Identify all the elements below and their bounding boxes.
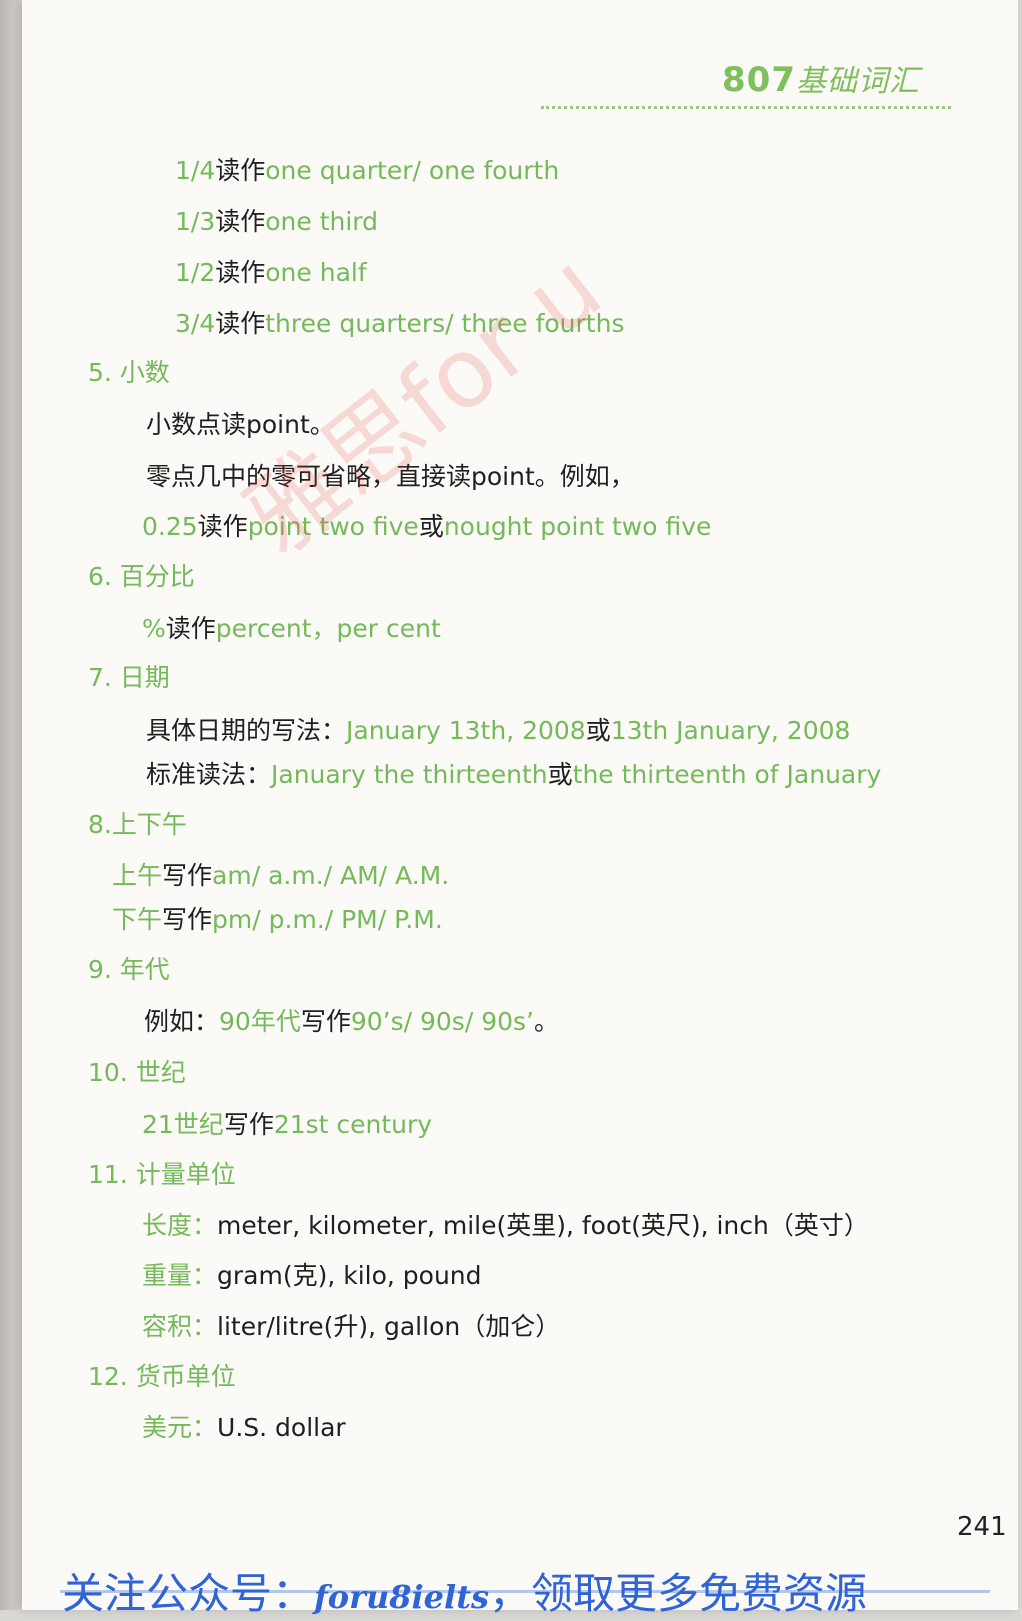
pm-label: 下午: [112, 905, 163, 934]
percent-reading: percent，per cent: [215, 614, 441, 643]
written-as-label: 写作: [300, 1007, 351, 1036]
length-label: 长度：: [142, 1211, 218, 1240]
fraction-line-2: 1/3读作one third: [175, 207, 378, 237]
volume-units: liter/litre(升), gallon（加仑）: [217, 1312, 561, 1341]
fraction-reading: one half: [265, 258, 367, 287]
reads-as-label: 读作: [215, 207, 266, 236]
reads-as-label: 读作: [215, 309, 266, 338]
section-heading-decimals: 5. 小数: [88, 358, 170, 387]
footer-promo-banner: 关注公众号：foru8ielts，领取更多免费资源: [62, 1560, 867, 1621]
example-label: 例如：: [144, 1007, 220, 1036]
currency-usd-line: 美元：U.S. dollar: [142, 1413, 346, 1443]
header-dotted-rule: [541, 106, 951, 109]
weight-label: 重量：: [142, 1261, 218, 1290]
usd-label: 美元：: [142, 1413, 218, 1442]
am-label: 上午: [112, 861, 163, 890]
decade-cn: 90年代: [219, 1007, 301, 1036]
footer-prefix: 关注公众号：: [62, 1569, 315, 1618]
percent-symbol: %: [142, 614, 166, 643]
reads-as-label: 读作: [165, 614, 216, 643]
am-line: 上午写作am/ a.m./ AM/ A.M.: [112, 861, 449, 891]
date-writing-b: 13th January, 2008: [610, 716, 851, 745]
weight-units: gram(克), kilo, pound: [217, 1261, 482, 1290]
date-writing-label: 具体日期的写法：: [146, 716, 347, 745]
fraction-reading: one quarter/ one fourth: [265, 156, 560, 185]
pm-line: 下午写作pm/ p.m./ PM/ P.M.: [112, 905, 443, 935]
percent-line: %读作percent，per cent: [142, 614, 441, 644]
or-label: 或: [418, 512, 444, 541]
decimal-reading-b: nought point two five: [443, 512, 712, 541]
length-units: meter, kilometer, mile(英里), foot(英尺), in…: [217, 1211, 869, 1240]
section-heading-currency: 12. 货币单位: [88, 1362, 236, 1391]
fraction-reading: one third: [265, 207, 379, 236]
written-as-label: 写作: [223, 1110, 274, 1139]
section-heading-ampm: 8.上下午: [88, 810, 187, 839]
pm-forms: pm/ p.m./ PM/ P.M.: [212, 905, 443, 934]
decimal-value: 0.25: [142, 512, 198, 541]
reads-as-label: 读作: [215, 156, 266, 185]
book-spine-shadow: [0, 0, 22, 1610]
date-reading-line: 标准读法：January the thirteenth或the thirteen…: [146, 760, 881, 790]
am-forms: am/ a.m./ AM/ A.M.: [212, 861, 450, 890]
section-heading-percent: 6. 百分比: [88, 562, 195, 591]
fraction-value: 1/4: [175, 156, 216, 185]
decimals-example: 0.25读作point two five或nought point two fi…: [142, 512, 711, 542]
reads-as-label: 读作: [197, 512, 248, 541]
header-title-text: 基础词汇: [795, 64, 920, 99]
units-volume-line: 容积：liter/litre(升), gallon（加仑）: [142, 1312, 560, 1342]
decade-forms: 90’s/ 90s/ 90s’: [350, 1007, 534, 1036]
fraction-line-3: 1/2读作one half: [175, 258, 367, 288]
century-cn: 21世纪: [142, 1110, 224, 1139]
footer-account-name: foru8ielts: [314, 1578, 489, 1616]
page-number: 241: [957, 1512, 1007, 1542]
usd-name: U.S. dollar: [217, 1413, 346, 1442]
or-label: 或: [547, 760, 573, 789]
fraction-value: 1/2: [175, 258, 216, 287]
date-reading-b: the thirteenth of January: [572, 760, 882, 789]
footer-suffix: ，领取更多免费资源: [488, 1569, 867, 1618]
written-as-label: 写作: [162, 861, 213, 890]
date-reading-a: January the thirteenth: [271, 760, 548, 789]
header-number: 807: [722, 60, 796, 100]
date-writing-a: January 13th, 2008: [346, 716, 586, 745]
fraction-line-1: 1/4读作one quarter/ one fourth: [175, 156, 559, 186]
date-reading-label: 标准读法：: [146, 760, 272, 789]
section-heading-units: 11. 计量单位: [88, 1160, 236, 1189]
century-line: 21世纪写作21st century: [142, 1110, 432, 1140]
period-mark: 。: [534, 1007, 560, 1036]
century-form: 21st century: [273, 1110, 433, 1139]
section-heading-dates: 7. 日期: [88, 663, 170, 692]
written-as-label: 写作: [162, 905, 213, 934]
section-heading-decades: 9. 年代: [88, 955, 170, 984]
running-header: 807基础词汇: [722, 56, 920, 100]
units-weight-line: 重量：gram(克), kilo, pound: [142, 1261, 482, 1291]
units-length-line: 长度：meter, kilometer, mile(英里), foot(英尺),…: [142, 1211, 869, 1241]
decades-line: 例如：90年代写作90’s/ 90s/ 90s’。: [144, 1007, 559, 1037]
volume-label: 容积：: [142, 1312, 218, 1341]
section-heading-century: 10. 世纪: [88, 1058, 186, 1087]
fraction-value: 1/3: [175, 207, 216, 236]
book-page: 807基础词汇 1/4读作one quarter/ one fourth 1/3…: [22, 0, 1018, 1610]
reads-as-label: 读作: [215, 258, 266, 287]
date-writing-line: 具体日期的写法：January 13th, 2008或13th January,…: [146, 716, 850, 746]
fraction-value: 3/4: [175, 309, 216, 338]
or-label: 或: [585, 716, 611, 745]
